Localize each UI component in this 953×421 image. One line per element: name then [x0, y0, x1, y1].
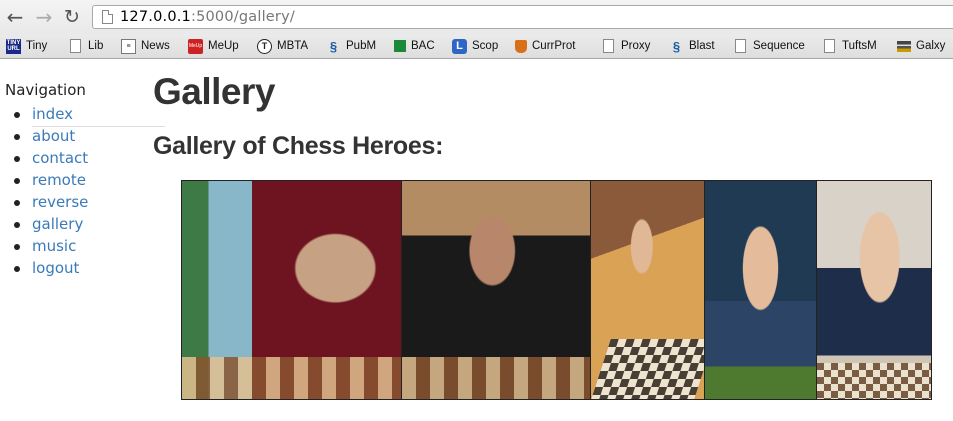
bullet-icon	[14, 112, 20, 118]
chess-player-photo-4	[704, 181, 818, 399]
news-icon: ≡	[121, 38, 136, 54]
bookmark-label: Sequence	[753, 40, 805, 52]
gallery-image-strip	[181, 180, 932, 400]
bookmark-scop[interactable]: L Scop	[452, 38, 498, 54]
chessboard-graphic	[182, 357, 402, 399]
bullet-icon	[14, 156, 20, 162]
url-host: 127.0.0.1	[120, 9, 191, 25]
chessboard-graphic	[402, 357, 590, 399]
meup-icon: MeUp	[188, 38, 203, 54]
nav-item-reverse: reverse	[0, 192, 165, 214]
nav-item-logout: logout	[0, 258, 165, 280]
bookmark-pubm[interactable]: § PubM	[326, 38, 376, 54]
page-icon	[70, 39, 81, 53]
page-title: Gallery	[153, 71, 275, 112]
bookmark-label: Blast	[689, 40, 715, 52]
nav-link-about[interactable]: about	[32, 127, 75, 145]
bookmark-label: MeUp	[208, 40, 239, 52]
bookmark-label: Tiny	[26, 40, 48, 52]
navigation-heading: Navigation	[5, 81, 86, 99]
bookmark-mbta[interactable]: T MBTA	[257, 38, 308, 54]
bookmark-label: Proxy	[621, 40, 651, 52]
bookmark-lib[interactable]: Lib	[68, 38, 103, 54]
chessboard-graphic	[591, 339, 704, 399]
bookmark-label: TuftsM	[842, 40, 877, 52]
tinyurl-icon: TINY URL	[6, 38, 21, 54]
back-arrow-icon[interactable]: ←	[5, 7, 25, 27]
mbta-icon: T	[257, 38, 272, 54]
nav-item-music: music	[0, 236, 165, 258]
bookmark-meup[interactable]: MeUp MeUp	[188, 38, 239, 54]
bookmark-sequence[interactable]: Sequence	[733, 38, 805, 54]
nav-link-gallery[interactable]: gallery	[32, 215, 83, 233]
bookmark-label: Lib	[88, 40, 104, 52]
nav-link-contact[interactable]: contact	[32, 149, 88, 167]
bullet-icon	[14, 200, 20, 206]
bookmark-label: Scop	[472, 40, 499, 52]
helix-icon: §	[672, 38, 681, 54]
nav-link-reverse[interactable]: reverse	[32, 193, 88, 211]
bullet-icon	[14, 222, 20, 228]
nav-link-logout[interactable]: logout	[32, 259, 79, 277]
page-icon	[102, 10, 113, 24]
helix-icon: §	[329, 38, 338, 54]
navigation-list: index about contact remote reverse galle…	[0, 104, 165, 280]
address-bar[interactable]: 127.0.0.1:5000/gallery/	[92, 5, 953, 29]
bookmark-galxy[interactable]: Galxy	[897, 38, 945, 54]
nav-link-index[interactable]: index	[32, 105, 73, 123]
bookmark-bac[interactable]: BAC	[394, 38, 435, 54]
galaxy-icon	[897, 40, 911, 52]
nav-item-contact: contact	[0, 148, 165, 170]
bullet-icon	[14, 266, 20, 272]
chess-player-photo-5	[817, 181, 931, 399]
forward-arrow-icon[interactable]: →	[34, 7, 54, 27]
page-icon	[735, 39, 746, 53]
chess-player-photo-1	[182, 181, 403, 399]
bullet-icon	[14, 244, 20, 250]
green-square-icon	[394, 40, 406, 52]
bookmark-label: MBTA	[277, 40, 309, 52]
url-path: :5000/gallery/	[190, 9, 295, 25]
bookmark-proxy[interactable]: Proxy	[601, 38, 650, 54]
bookmark-label: Galxy	[916, 40, 946, 52]
bookmark-label: BAC	[411, 40, 435, 52]
nav-link-remote[interactable]: remote	[32, 171, 86, 189]
url-text[interactable]: 127.0.0.1:5000/gallery/	[120, 9, 295, 25]
chess-player-photo-3	[590, 181, 705, 399]
currprot-icon	[515, 39, 527, 53]
bookmark-blast[interactable]: § Blast	[669, 38, 715, 54]
bookmark-label: News	[141, 40, 170, 52]
page-subtitle: Gallery of Chess Heroes:	[153, 132, 444, 160]
nav-link-music[interactable]: music	[32, 237, 76, 255]
chess-player-photo-2	[402, 181, 591, 399]
reload-icon[interactable]: ↻	[62, 7, 82, 27]
bookmark-currprot[interactable]: CurrProt	[515, 38, 575, 54]
bullet-icon	[14, 134, 20, 140]
nav-item-index: index	[0, 104, 165, 127]
nav-item-about: about	[0, 126, 165, 148]
scop-icon: L	[452, 38, 467, 54]
chessboard-graphic	[817, 363, 931, 399]
nav-item-remote: remote	[0, 170, 165, 192]
bookmark-news[interactable]: ≡ News	[121, 38, 170, 54]
page-icon	[824, 39, 835, 53]
bookmarks-bar: TINY URL Tiny Lib ≡ News MeUp MeUp T MBTA…	[0, 34, 953, 59]
bullet-icon	[14, 178, 20, 184]
bookmark-label: PubM	[346, 40, 377, 52]
bookmark-tiny[interactable]: TINY URL Tiny	[6, 38, 47, 54]
nav-item-gallery: gallery	[0, 214, 165, 236]
browser-toolbar: ← → ↻ 127.0.0.1:5000/gallery/	[0, 0, 953, 34]
page-icon	[603, 39, 614, 53]
bookmark-label: CurrProt	[532, 40, 576, 52]
bookmark-tuftsm[interactable]: TuftsM	[822, 38, 877, 54]
